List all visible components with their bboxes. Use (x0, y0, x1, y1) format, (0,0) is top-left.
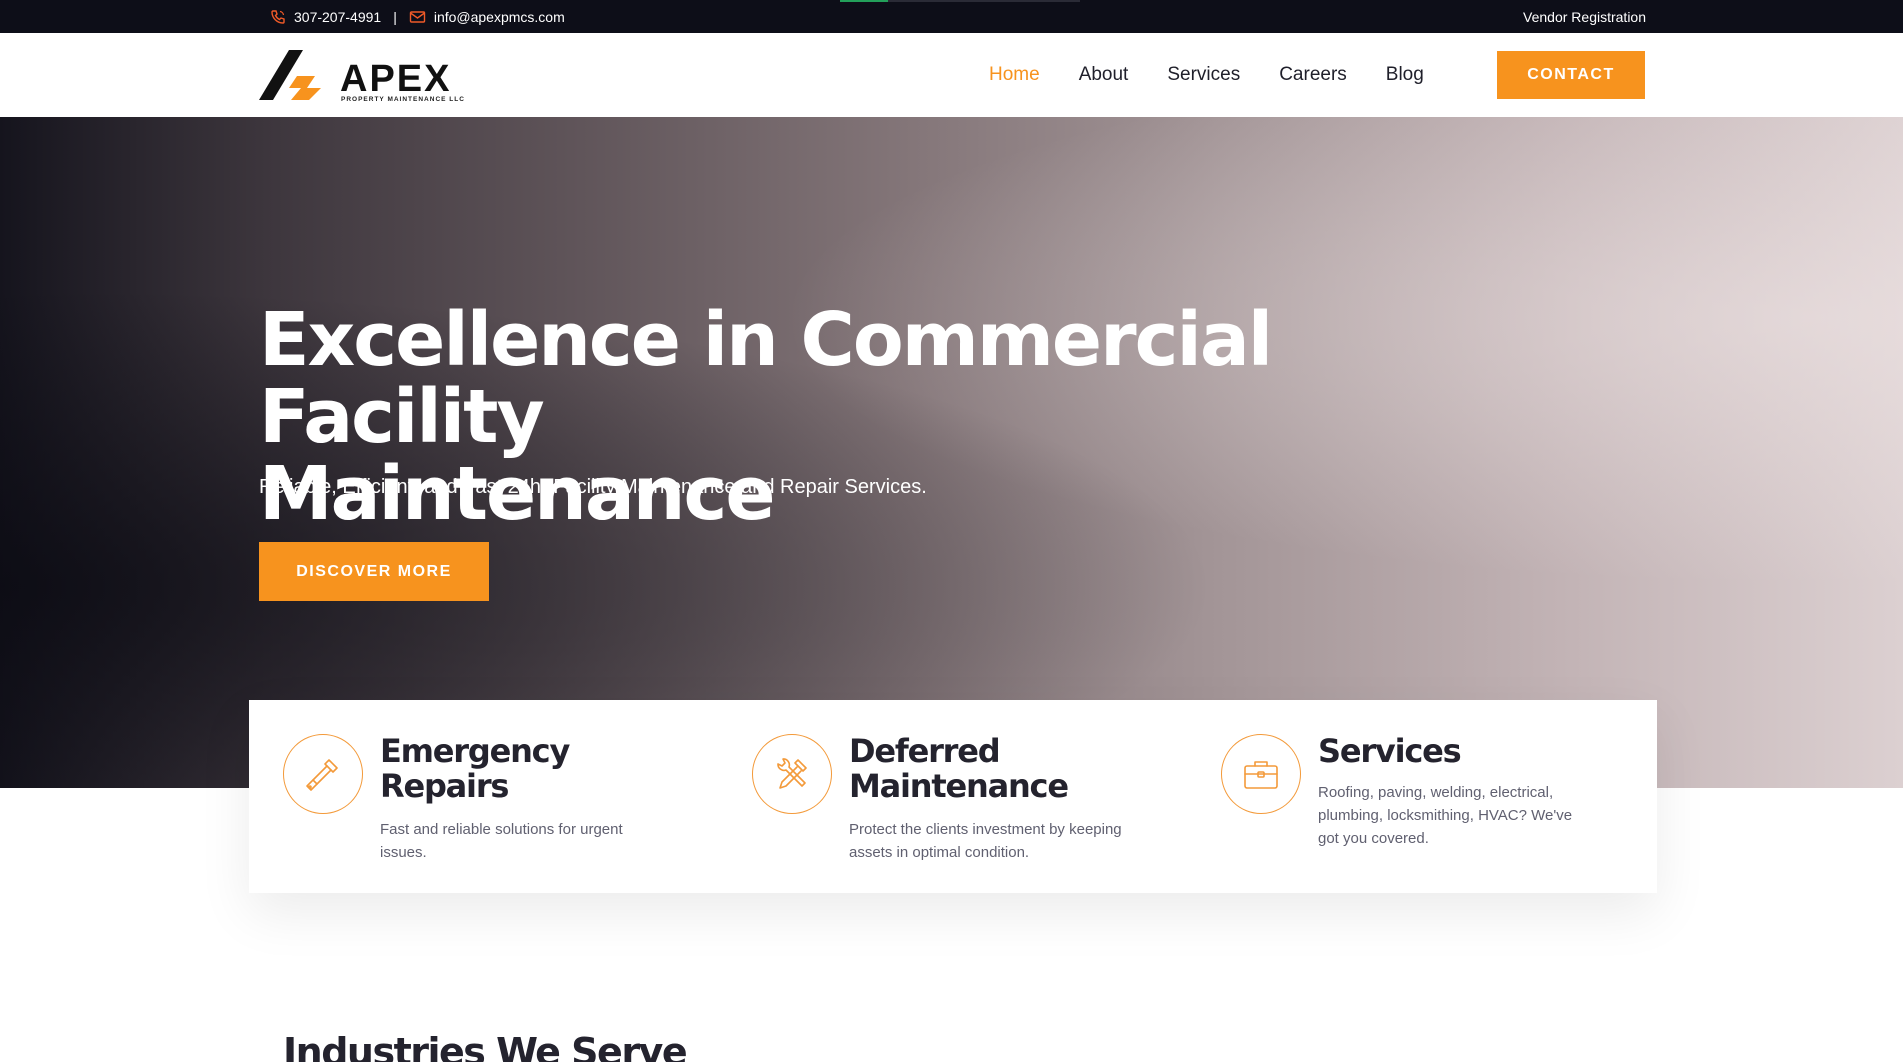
email-link[interactable]: info@apexpmcs.com (434, 9, 565, 25)
vendor-registration-link[interactable]: Vendor Registration (1523, 0, 1646, 33)
phone-icon (270, 9, 286, 25)
nav-services[interactable]: Services (1167, 64, 1240, 86)
nav-about[interactable]: About (1079, 64, 1129, 86)
feature-title: Emergency Repairs (380, 734, 700, 804)
discover-more-button[interactable]: DISCOVER MORE (259, 542, 489, 601)
feature-desc-line: assets in optimal condition. (849, 844, 1030, 861)
feature-desc-line: Roofing, paving, welding, electrical, (1318, 784, 1554, 801)
feature-desc-line: Protect the clients investment by keepin… (849, 821, 1122, 838)
feature-title: Deferred Maintenance (849, 734, 1169, 804)
feature-description: Protect the clients investment by keepin… (849, 818, 1179, 864)
logo-wordmark: APEX (340, 58, 452, 100)
logo-mark-icon (259, 50, 321, 100)
main-nav: Home About Services Careers Blog (989, 33, 1463, 117)
feature-desc-line: Fast and reliable solutions for urgent (380, 821, 623, 838)
site-header: APEX PROPERTY MAINTENANCE LLC Home About… (0, 33, 1903, 117)
feature-desc-line: plumbing, locksmithing, HVAC? We've (1318, 807, 1573, 824)
tools-icon (752, 734, 832, 814)
hero-title-line1: Excellence in Commercial Facility (259, 297, 1273, 460)
hero-tagline: Reliable, Efficient, and Fast 24hr Facil… (259, 476, 927, 498)
loading-progress-bar (840, 0, 1080, 2)
apex-logo[interactable]: APEX PROPERTY MAINTENANCE LLC (259, 48, 479, 104)
topbar-contact-info: 307-207-4991 | info@apexpmcs.com (270, 0, 565, 33)
progress-fill (840, 0, 888, 2)
screwdriver-icon (283, 734, 363, 814)
feature-title-line: Repairs (380, 767, 509, 805)
features-panel: Emergency Repairs Fast and reliable solu… (249, 700, 1657, 893)
nav-careers[interactable]: Careers (1279, 64, 1347, 86)
feature-title-line: Deferred (849, 732, 1001, 770)
logo-subtitle: PROPERTY MAINTENANCE LLC (341, 96, 465, 103)
phone-link[interactable]: 307-207-4991 (294, 9, 381, 25)
top-bar: 307-207-4991 | info@apexpmcs.com Vendor … (0, 0, 1903, 33)
contact-button[interactable]: CONTACT (1497, 51, 1645, 99)
email-icon (409, 9, 426, 25)
feature-desc-line: got you covered. (1318, 830, 1429, 847)
feature-desc-line: issues. (380, 844, 427, 861)
nav-home[interactable]: Home (989, 64, 1040, 86)
feature-title: Services (1318, 732, 1462, 770)
hero-section: Excellence in Commercial Facility Mainte… (0, 117, 1903, 788)
industries-heading: Industries We Serve (283, 1030, 688, 1062)
nav-blog[interactable]: Blog (1386, 64, 1424, 86)
feature-title-line: Emergency (380, 732, 570, 770)
feature-description: Roofing, paving, welding, electrical, pl… (1318, 781, 1648, 850)
separator: | (393, 8, 397, 25)
briefcase-icon (1221, 734, 1301, 814)
feature-title-line: Maintenance (849, 767, 1069, 805)
feature-description: Fast and reliable solutions for urgent i… (380, 818, 710, 864)
